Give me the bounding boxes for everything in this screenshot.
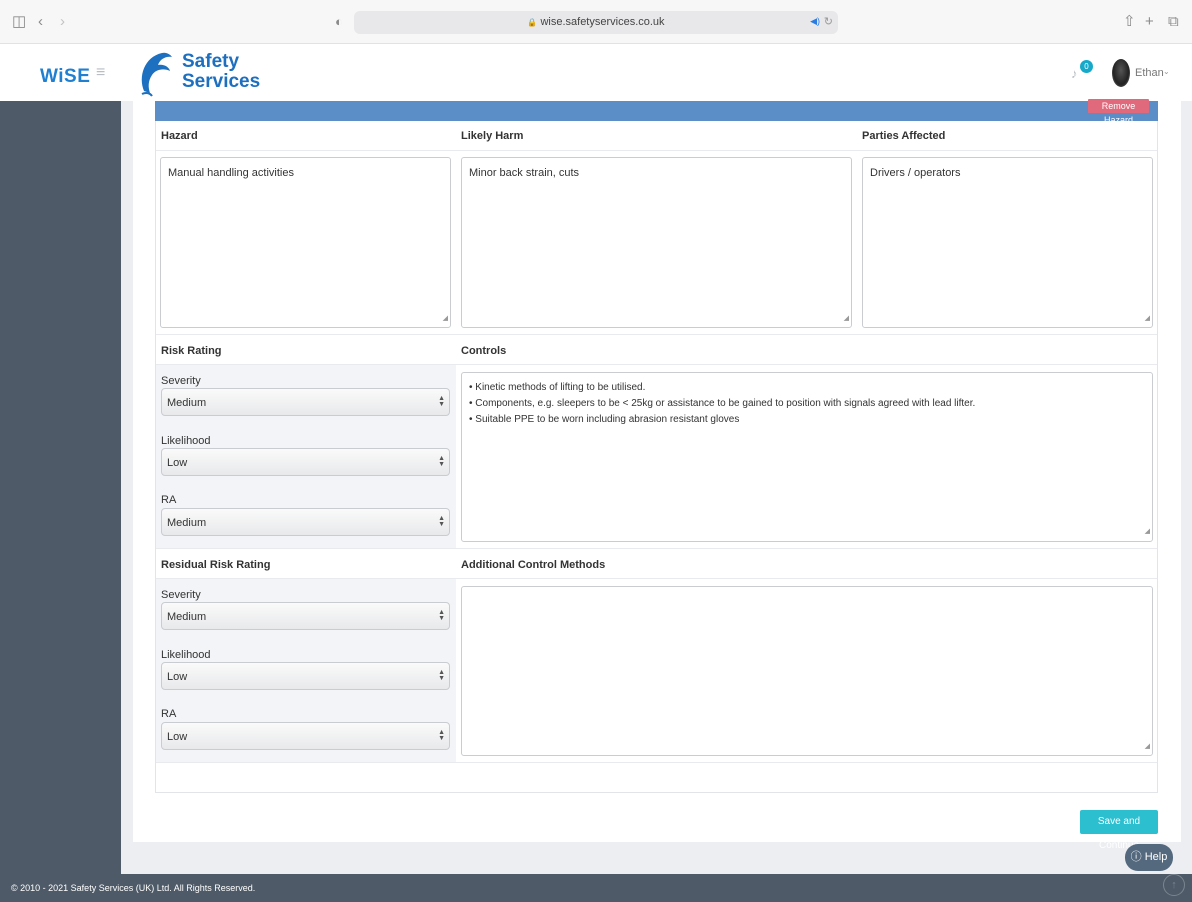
divider: [156, 762, 1157, 763]
likely-harm-textarea[interactable]: Minor back strain, cuts ◢: [461, 157, 852, 328]
hamburger-menu-icon[interactable]: ≡: [96, 64, 105, 82]
residual-ra-select[interactable]: Low ▲ ▼: [161, 722, 450, 750]
likely-harm-label: Likely Harm: [461, 130, 524, 142]
controls-textarea[interactable]: • Kinetic methods of lifting to be utili…: [461, 372, 1153, 542]
residual-severity-label: Severity: [161, 589, 201, 601]
likelihood-label: Likelihood: [161, 435, 211, 447]
residual-ra-value: Low: [167, 731, 188, 743]
divider: [156, 334, 1157, 335]
url-label: wise.safetyservices.co.uk: [540, 16, 665, 28]
resize-grip-icon[interactable]: ◢: [443, 311, 448, 326]
severity-select[interactable]: Medium ▲ ▼: [161, 388, 450, 416]
likely-harm-value: Minor back strain, cuts: [469, 167, 580, 179]
severity-value: Medium: [167, 397, 207, 409]
back-icon[interactable]: ‹: [38, 14, 43, 30]
help-button[interactable]: ⓘ Help: [1125, 844, 1173, 871]
hazard-textarea[interactable]: Manual handling activities ◢: [160, 157, 451, 328]
divider: [156, 150, 1157, 151]
divider: [156, 548, 1157, 549]
wise-logo[interactable]: WiSE: [40, 66, 90, 88]
audio-icon[interactable]: ◀): [810, 16, 820, 27]
app-header: [0, 44, 1192, 101]
browser-toolbar: ◫ ‹ › ◐ 🔒 wise.safetyservices.co.uk ◀) ↻…: [0, 0, 1192, 44]
select-arrows-icon: ▲ ▼: [438, 669, 445, 682]
chevron-down-icon[interactable]: ⌄: [1163, 67, 1170, 76]
brand-name: Safety Services: [182, 52, 260, 92]
residual-risk-rating-label: Residual Risk Rating: [161, 559, 271, 571]
shield-icon[interactable]: ◐: [335, 14, 343, 30]
controls-line: • Kinetic methods of lifting to be utili…: [469, 382, 646, 393]
footer: © 2010 - 2021 Safety Services (UK) Ltd. …: [0, 874, 1192, 902]
new-tab-icon[interactable]: +: [1145, 14, 1154, 30]
select-arrows-icon: ▲ ▼: [438, 455, 445, 468]
dolphin-logo-icon: [141, 52, 172, 97]
notification-badge: 0: [1080, 60, 1093, 73]
resize-grip-icon[interactable]: ◢: [1145, 524, 1150, 540]
residual-severity-value: Medium: [167, 611, 207, 623]
parties-affected-textarea[interactable]: Drivers / operators ◢: [862, 157, 1153, 328]
hazard-label: Hazard: [161, 130, 198, 142]
likelihood-value: Low: [167, 457, 188, 469]
residual-likelihood-value: Low: [167, 671, 188, 683]
url-text: 🔒 wise.safetyservices.co.uk: [354, 16, 838, 28]
resize-grip-icon[interactable]: ◢: [844, 311, 849, 326]
sidebar-toggle-icon[interactable]: ◫: [12, 14, 26, 30]
residual-likelihood-label: Likelihood: [161, 649, 211, 661]
lock-icon: 🔒: [527, 18, 538, 27]
controls-label: Controls: [461, 345, 507, 357]
tabs-overview-icon[interactable]: ⧉: [1168, 14, 1179, 30]
scroll-to-top-icon[interactable]: ↑: [1163, 874, 1185, 896]
user-menu-name[interactable]: Ethan: [1135, 67, 1164, 79]
help-label: Help: [1144, 851, 1168, 863]
ra-value: Medium: [167, 517, 207, 529]
additional-control-methods-textarea[interactable]: ◢: [461, 586, 1153, 756]
additional-control-methods-label: Additional Control Methods: [461, 559, 606, 571]
ra-label: RA: [161, 494, 177, 506]
resize-grip-icon[interactable]: ◢: [1145, 311, 1150, 326]
hazard-panel-header: [155, 101, 1158, 121]
address-bar[interactable]: 🔒 wise.safetyservices.co.uk ◀) ↻: [354, 11, 838, 34]
remove-hazard-button[interactable]: Remove Hazard: [1088, 99, 1149, 125]
residual-likelihood-select[interactable]: Low ▲ ▼: [161, 662, 450, 690]
likelihood-select[interactable]: Low ▲ ▼: [161, 448, 450, 476]
select-arrows-icon: ▲ ▼: [438, 609, 445, 622]
reload-icon[interactable]: ↻: [824, 15, 833, 28]
select-arrows-icon: ▲ ▼: [438, 515, 445, 528]
controls-line: • Suitable PPE to be worn including abra…: [469, 414, 740, 425]
select-arrows-icon: ▲ ▼: [438, 729, 445, 742]
residual-ra-label: RA: [161, 708, 177, 720]
parties-affected-value: Drivers / operators: [870, 167, 961, 179]
residual-severity-select[interactable]: Medium ▲ ▼: [161, 602, 450, 630]
controls-line: • Components, e.g. sleepers to be < 25kg…: [469, 398, 976, 409]
select-arrows-icon: ▲ ▼: [438, 395, 445, 408]
parties-affected-label: Parties Affected: [862, 130, 946, 142]
severity-label: Severity: [161, 375, 201, 387]
forward-icon[interactable]: ›: [60, 14, 65, 30]
brand-line-1: Safety: [182, 51, 240, 72]
share-icon[interactable]: ⇧: [1123, 14, 1136, 30]
copyright-text: © 2010 - 2021 Safety Services (UK) Ltd. …: [11, 883, 256, 893]
hazard-value: Manual handling activities: [168, 167, 294, 179]
sidebar: [0, 101, 121, 874]
avatar[interactable]: [1112, 59, 1130, 87]
brand-line-2: Services: [182, 71, 261, 92]
risk-rating-label: Risk Rating: [161, 345, 222, 357]
help-icon: ⓘ: [1130, 851, 1142, 863]
resize-grip-icon[interactable]: ◢: [1145, 739, 1150, 754]
ra-select[interactable]: Medium ▲ ▼: [161, 508, 450, 536]
save-and-continue-button[interactable]: Save and Continue: [1080, 810, 1158, 851]
